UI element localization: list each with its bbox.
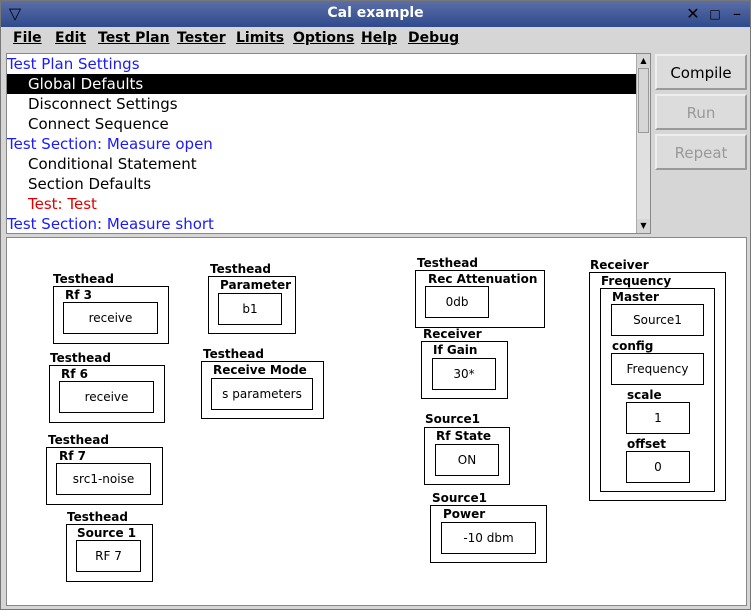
param-label: offset: [627, 437, 666, 451]
param-label: Rf 3: [65, 288, 92, 302]
maximize-icon[interactable]: □: [705, 4, 725, 24]
title-bar: ▽ Cal example ✕ □ –: [1, 1, 750, 27]
close-icon[interactable]: ✕: [683, 4, 703, 24]
tree-item[interactable]: Test Plan Settings: [7, 54, 637, 74]
param-label: scale: [627, 388, 662, 402]
param-value[interactable]: s parameters: [211, 378, 313, 410]
minimize-icon[interactable]: –: [727, 4, 747, 24]
param-value[interactable]: 30*: [432, 358, 496, 390]
block-title: Testhead: [203, 347, 264, 361]
block-title: Testhead: [67, 510, 128, 524]
param-value[interactable]: 0: [626, 451, 690, 483]
scroll-thumb[interactable]: [638, 68, 649, 133]
block-title: Testhead: [50, 351, 111, 365]
param-label: config: [612, 339, 654, 353]
param-label: Rf State: [436, 429, 491, 443]
tree-item[interactable]: Section Defaults: [7, 174, 151, 194]
param-label: Parameter: [220, 278, 292, 292]
block-title: Source1: [425, 412, 480, 426]
test-plan-tree: Test Plan Settings Global Defaults Disco…: [6, 53, 651, 234]
param-value[interactable]: src1-noise: [56, 463, 151, 495]
param-label: Rf 6: [61, 367, 88, 381]
block-title: Receiver: [590, 258, 649, 272]
param-label: If Gain: [433, 343, 478, 357]
block-title: Testhead: [48, 433, 109, 447]
run-button[interactable]: Run: [655, 94, 747, 130]
menu-options[interactable]: Options: [293, 30, 354, 46]
tree-item[interactable]: Disconnect Settings: [7, 94, 178, 114]
tree-scrollbar[interactable]: ▲ ▼: [636, 54, 650, 233]
param-label: Source 1: [77, 526, 137, 540]
block-title: Testhead: [417, 256, 478, 270]
param-value[interactable]: ON: [435, 444, 499, 476]
tree-item[interactable]: Connect Sequence: [7, 114, 169, 134]
block-title: Receiver: [423, 327, 482, 341]
window: ▽ Cal example ✕ □ – File Edit Test Plan …: [0, 0, 751, 610]
scroll-up-icon[interactable]: ▲: [637, 54, 650, 68]
param-label: Master: [612, 290, 659, 304]
compile-button[interactable]: Compile: [655, 54, 747, 90]
tree-item[interactable]: Conditional Statement: [7, 154, 197, 174]
param-value[interactable]: 1: [626, 402, 690, 434]
menu-tester[interactable]: Tester: [177, 30, 226, 46]
param-value[interactable]: Source1: [611, 304, 704, 336]
menu-debug[interactable]: Debug: [408, 30, 459, 46]
window-title: Cal example: [327, 5, 424, 21]
tree-item[interactable]: Test Section: Measure short: [7, 214, 214, 234]
menu-limits[interactable]: Limits: [236, 30, 284, 46]
block-title: Testhead: [53, 272, 114, 286]
scroll-down-icon[interactable]: ▼: [637, 219, 650, 233]
param-value[interactable]: b1: [218, 293, 282, 325]
menu-test-plan[interactable]: Test Plan: [98, 30, 170, 46]
menu-help[interactable]: Help: [361, 30, 397, 46]
tree-item-selected[interactable]: Global Defaults: [7, 74, 637, 94]
param-value[interactable]: -10 dbm: [441, 522, 536, 554]
menu-bar: File Edit Test Plan Tester Limits Option…: [1, 27, 750, 51]
param-label: Frequency: [601, 274, 672, 288]
tree-item[interactable]: Test: Test: [7, 194, 97, 214]
param-value[interactable]: receive: [59, 381, 154, 413]
block-title: Source1: [432, 491, 487, 505]
menu-edit[interactable]: Edit: [55, 30, 86, 46]
param-value[interactable]: receive: [63, 302, 158, 334]
repeat-button[interactable]: Repeat: [655, 134, 747, 170]
block-canvas: Testhead Rf 3 receive Testhead Rf 6 rece…: [6, 237, 747, 606]
param-value[interactable]: RF 7: [76, 540, 141, 572]
param-label: Rf 7: [59, 449, 86, 463]
param-value[interactable]: Frequency: [611, 353, 704, 385]
param-label: Rec Attenuation: [428, 272, 538, 286]
menu-file[interactable]: File: [13, 30, 42, 46]
param-value[interactable]: 0db: [425, 286, 489, 318]
param-label: Power: [443, 507, 486, 521]
block-title: Testhead: [210, 262, 271, 276]
tree-item[interactable]: Test Section: Measure open: [7, 134, 213, 154]
param-label: Receive Mode: [213, 363, 307, 377]
